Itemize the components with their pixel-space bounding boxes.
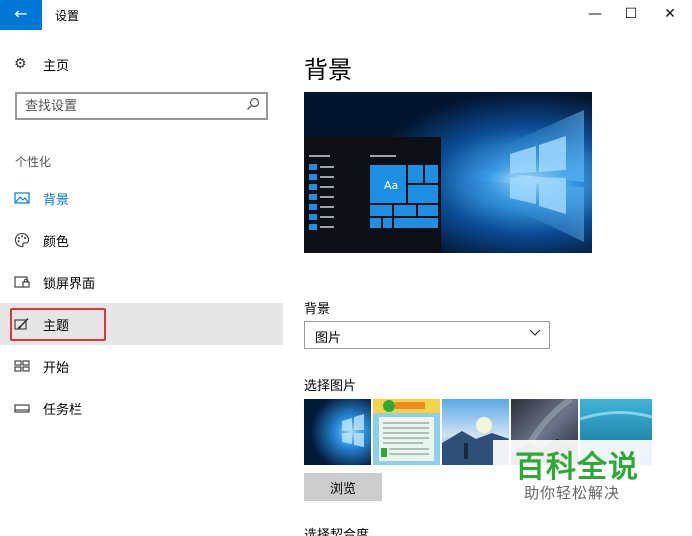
desktop-preview: Aa [304,92,592,253]
sidebar-item-home[interactable]: ⚙ 主页 [14,54,69,74]
watermark-main-text: 百科全说 [515,450,639,485]
maximize-button[interactable]: ☐ [613,0,649,30]
sidebar-item-start[interactable]: 开始 [0,345,283,387]
sidebar-item-colors[interactable]: 颜色 [0,219,283,261]
sidebar-item-label: 任务栏 [43,403,83,418]
sidebar-item-taskbar[interactable]: 任务栏 [0,387,283,429]
search-box[interactable] [15,92,268,120]
browse-button[interactable]: 浏览 [304,473,382,501]
title-bar: ← 设置 — ☐ ✕ [0,0,692,30]
section-heading: 个性化 [15,155,52,169]
close-icon: ✕ [664,6,676,22]
start-tiles-icon [14,358,30,374]
background-dropdown[interactable]: 图片 [304,321,550,349]
back-button[interactable]: ← [0,0,42,30]
sidebar-item-label: 背景 [43,193,70,208]
background-label: 背景 [304,302,331,317]
sidebar-item-label: 开始 [43,361,70,376]
fit-label: 选择契合度 [304,528,370,536]
page-title: 背景 [304,56,352,84]
home-label: 主页 [43,58,70,74]
maximize-icon: ☐ [624,6,638,22]
theme-brush-icon [14,316,30,332]
close-button[interactable]: ✕ [652,0,688,30]
picture-thumbnail-1[interactable] [304,399,371,465]
search-input[interactable] [17,94,237,118]
chevron-down-icon [529,326,541,342]
picture-thumbnail-2[interactable] [373,399,440,465]
sidebar: ⚙ 主页 个性化 背景 颜色 锁屏界面 主题 [0,30,283,536]
taskbar-icon [14,400,30,416]
sidebar-item-label: 颜色 [43,235,70,250]
choose-picture-label: 选择图片 [304,379,357,394]
back-arrow-icon: ← [14,4,28,23]
minimize-icon: — [588,6,602,22]
dropdown-value: 图片 [315,331,342,346]
picture-icon [14,190,30,206]
lock-screen-icon [14,274,30,290]
sidebar-item-background[interactable]: 背景 [0,177,283,219]
sidebar-item-label: 锁屏界面 [43,277,96,292]
window-title: 设置 [55,9,80,23]
palette-icon [14,232,30,248]
sidebar-item-themes[interactable]: 主题 [0,303,283,345]
watermark-sub-text: 助你轻松解决 [524,484,621,502]
sidebar-item-label: 主题 [43,319,70,334]
search-icon[interactable] [246,97,260,115]
watermark: 百科全说 助你轻松解决 [493,440,663,512]
sidebar-item-lock-screen[interactable]: 锁屏界面 [0,261,283,303]
preview-tile-text: Aa [384,179,398,192]
minimize-button[interactable]: — [577,0,613,30]
gear-icon: ⚙ [14,56,27,72]
